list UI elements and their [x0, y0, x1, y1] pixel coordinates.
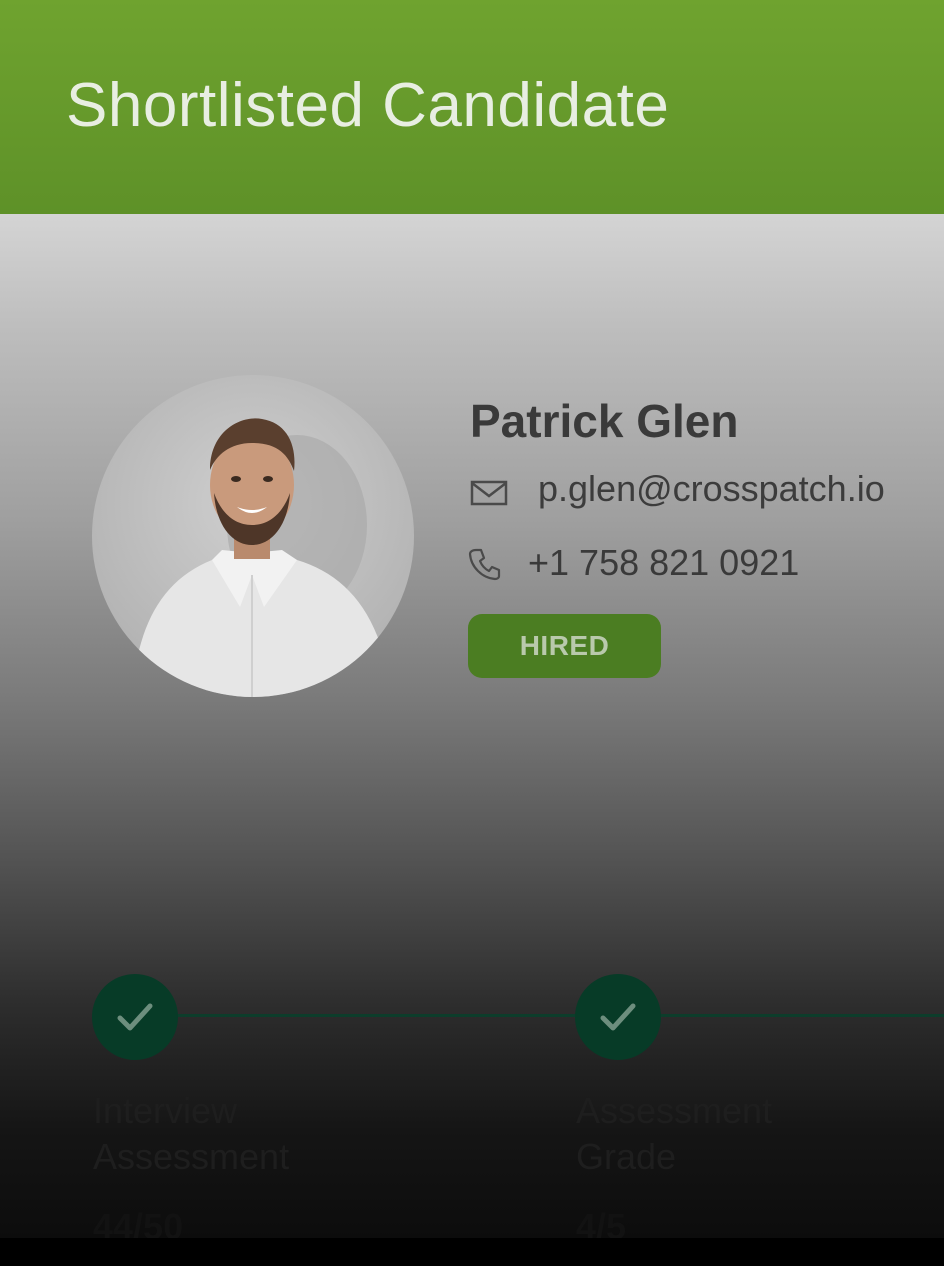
envelope-icon — [470, 480, 508, 506]
step-assessment-complete — [575, 974, 661, 1060]
page-title: Shortlisted Candidate — [66, 71, 670, 140]
app-header: Shortlisted Candidate — [0, 0, 944, 214]
candidate-email[interactable]: p.glen@crosspatch.io — [538, 468, 885, 510]
avatar — [92, 375, 414, 697]
candidate-screen: Shortlisted Candidate Patrick Glen p.gle… — [0, 0, 944, 1266]
status-badge: HIRED — [468, 614, 661, 678]
avatar-photo — [132, 418, 392, 697]
step-label: Interview Assessment — [93, 1090, 290, 1177]
checkmark-icon — [117, 1003, 153, 1031]
checkmark-icon — [600, 1003, 636, 1031]
step-interview-complete — [92, 974, 178, 1060]
step-label: Assessment Grade — [576, 1090, 773, 1177]
candidate-name: Patrick Glen — [470, 395, 739, 447]
bottom-edge — [0, 1238, 944, 1266]
phone-icon — [468, 548, 501, 581]
progress-line — [135, 1014, 944, 1017]
candidate-phone[interactable]: +1 758 821 0921 — [528, 542, 799, 584]
